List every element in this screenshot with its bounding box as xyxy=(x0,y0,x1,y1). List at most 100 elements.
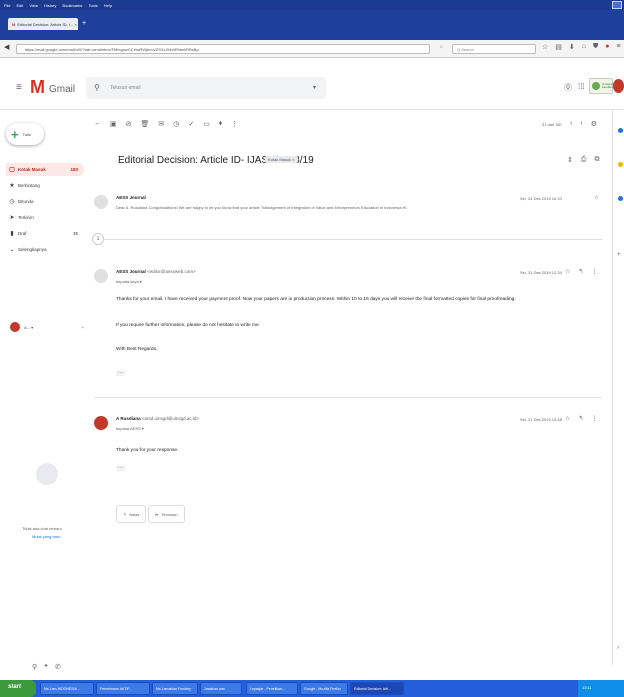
download-icon[interactable]: ⬇ xyxy=(569,43,575,51)
new-window-icon[interactable]: ⧉ xyxy=(594,156,599,164)
mail-search-placeholder: Telusuri email xyxy=(110,85,141,91)
main-menu-icon[interactable]: ≡ xyxy=(16,82,22,93)
taskbar-item[interactable]: Jawaban.wac xyxy=(200,682,242,695)
inbox-label-chip[interactable]: Kotak Masuk × xyxy=(265,156,298,163)
apps-grid-icon[interactable]: ⁞⁞⁞ xyxy=(578,82,585,91)
bookmark-star-icon[interactable]: ☆ xyxy=(542,43,548,51)
compose-button[interactable]: + Tulis xyxy=(6,123,44,145)
message-snippet[interactable]: Dear A. Rusdiana Congratulations! We are… xyxy=(116,205,406,210)
taskbar-item-active[interactable]: Editorial Decision: Arti... xyxy=(350,682,404,695)
sender-name[interactable]: AESS Journal xyxy=(116,195,146,200)
no-chat-text: Tidak ada chat terbaru xyxy=(22,526,62,531)
reply-button[interactable]: ↰ Balas xyxy=(116,505,147,523)
more-options-icon[interactable]: ⋮ xyxy=(591,415,597,422)
shield-icon[interactable]: ⛊ xyxy=(593,43,598,51)
sidebar-item-inbox[interactable]: ▢ Kotak Masuk 183 xyxy=(6,163,84,176)
snooze-icon[interactable]: ◷ xyxy=(173,120,179,128)
show-trimmed-content[interactable]: ··· xyxy=(116,370,125,376)
menu-file[interactable]: File xyxy=(4,3,10,8)
taskbar-item[interactable]: Penerimaan AKTIF... xyxy=(96,682,150,695)
browser-search-input[interactable]: Q Search xyxy=(452,44,536,54)
taskbar-item[interactable]: Lepasjar - Penelitian... xyxy=(246,682,298,695)
url-bar[interactable]: https://mail.google.com/mail/u/0/?tab=wm… xyxy=(16,44,430,54)
account-avatar[interactable] xyxy=(613,79,624,93)
settings-gear-icon[interactable]: ⚙ xyxy=(591,120,597,128)
mail-search-input[interactable]: ⚲ Telusuri email ▾ xyxy=(86,77,326,99)
older-chevron-icon[interactable]: › xyxy=(580,120,582,128)
expand-all-icon[interactable]: ⇕ xyxy=(567,156,573,164)
addon-icon[interactable]: ● xyxy=(605,43,609,51)
label-icon[interactable]: ⬧ xyxy=(219,120,222,128)
gmail-logo[interactable]: M xyxy=(30,77,45,98)
more-options-icon[interactable]: ⋮ xyxy=(231,120,238,128)
star-icon[interactable]: ☆ xyxy=(594,194,599,201)
hide-panel-chevron-icon[interactable]: › xyxy=(617,645,619,651)
back-arrow-icon[interactable]: ◀ xyxy=(4,43,9,51)
report-spam-icon[interactable]: ⊘ xyxy=(126,120,132,128)
new-tab-button[interactable]: + xyxy=(82,20,86,27)
reply-icon[interactable]: ↰ xyxy=(578,268,583,275)
taskbar-item[interactable]: Ms Lamaidan Fundrey xyxy=(152,682,198,695)
menu-icon[interactable]: ≡ xyxy=(617,43,621,51)
collapsed-messages-count[interactable]: 1 xyxy=(92,233,104,245)
delete-icon[interactable]: 🗑 xyxy=(141,120,150,128)
add-task-icon[interactable]: ✓ xyxy=(188,120,194,128)
help-icon[interactable]: ⓪ xyxy=(564,82,572,93)
sidebar-item-drafts[interactable]: ▮ Draf 35 xyxy=(6,227,84,240)
get-addons-icon[interactable]: + xyxy=(617,252,621,258)
calendar-icon[interactable] xyxy=(618,128,623,133)
reply-icon[interactable]: ↰ xyxy=(578,415,583,422)
search-options-icon[interactable]: ▾ xyxy=(313,84,316,91)
add-contact-icon[interactable]: + xyxy=(82,325,84,330)
mark-unread-icon[interactable]: ✉ xyxy=(158,120,164,128)
start-button[interactable]: start xyxy=(0,680,36,697)
message-date: Sel, 31 Des 2019 12.34 xyxy=(520,270,562,275)
menu-tools[interactable]: Tools xyxy=(88,3,97,8)
sender-email: <arsd.uinsgd@uinsgd.ac.id> xyxy=(141,416,199,421)
collapsed-divider xyxy=(94,239,602,240)
organization-logo[interactable]: Universitas Lambung xyxy=(589,78,617,94)
menu-bookmarks[interactable]: Bookmarks xyxy=(62,3,82,8)
phone-icon[interactable]: ✆ xyxy=(55,663,61,671)
window-control-button[interactable] xyxy=(612,1,622,9)
star-icon[interactable]: ☆ xyxy=(565,415,570,422)
browser-tab[interactable]: M Editorial Decision: Article ID- I... × xyxy=(8,18,78,30)
keep-icon[interactable] xyxy=(618,162,623,167)
library-icon[interactable]: ▤ xyxy=(555,43,562,51)
menu-edit[interactable]: Edit xyxy=(16,3,23,8)
browser-search-placeholder: Q Search xyxy=(457,47,474,52)
forward-button[interactable]: ➦ Teruskan xyxy=(148,505,185,523)
recipient-details[interactable]: kepada AESS ▾ xyxy=(116,426,144,431)
menu-history[interactable]: History xyxy=(44,3,56,8)
sidebar-item-sent[interactable]: ➤ Terkirim xyxy=(6,211,84,224)
hangouts-user[interactable]: A... ▾ + xyxy=(10,322,84,332)
sidebar-item-snoozed[interactable]: ◷ Ditunda xyxy=(6,195,84,208)
tasks-icon[interactable] xyxy=(618,196,623,201)
taskbar-item[interactable]: Ms Lam-INDONESIA... xyxy=(40,682,94,695)
search-icon[interactable]: ⚲ xyxy=(94,83,100,92)
page-count: 31 dari 367 xyxy=(542,122,563,127)
hangouts-icon[interactable]: ❝ xyxy=(44,663,48,671)
person-icon[interactable]: ⚲ xyxy=(32,663,37,671)
back-to-inbox-icon[interactable]: ← xyxy=(94,120,101,128)
star-icon[interactable]: ☆ xyxy=(565,268,570,275)
sidebar-item-label: Terkirim xyxy=(18,215,34,220)
sender-name[interactable]: A Rusdiana <arsd.uinsgd@uinsgd.ac.id> xyxy=(116,416,199,421)
sidebar-item-more[interactable]: ⌄ Selengkapnya xyxy=(6,243,84,256)
reload-button[interactable]: C xyxy=(440,44,443,49)
newer-chevron-icon[interactable]: ‹ xyxy=(570,120,572,128)
more-options-icon[interactable]: ⋮ xyxy=(591,268,597,275)
show-trimmed-content[interactable]: ··· xyxy=(116,465,125,471)
archive-icon[interactable]: ▣ xyxy=(110,120,117,128)
menu-help[interactable]: Help xyxy=(104,3,112,8)
sidebar-item-starred[interactable]: ★ Berbintang xyxy=(6,179,84,192)
menu-view[interactable]: View xyxy=(29,3,38,8)
sidebar-item-label: Selengkapnya xyxy=(18,247,47,252)
home-icon[interactable]: ⌂ xyxy=(582,43,586,51)
print-icon[interactable]: ⎙ xyxy=(581,156,587,164)
move-to-icon[interactable]: ▭ xyxy=(203,120,210,128)
sender-name[interactable]: AESS Journal <editor@aessweb.com> xyxy=(116,269,196,274)
start-new-chat-link[interactable]: Mulai yang baru xyxy=(32,534,60,539)
taskbar-item[interactable]: Google - Mozilla Firefox xyxy=(300,682,348,695)
recipient-details[interactable]: kepada saya ▾ xyxy=(116,279,142,284)
